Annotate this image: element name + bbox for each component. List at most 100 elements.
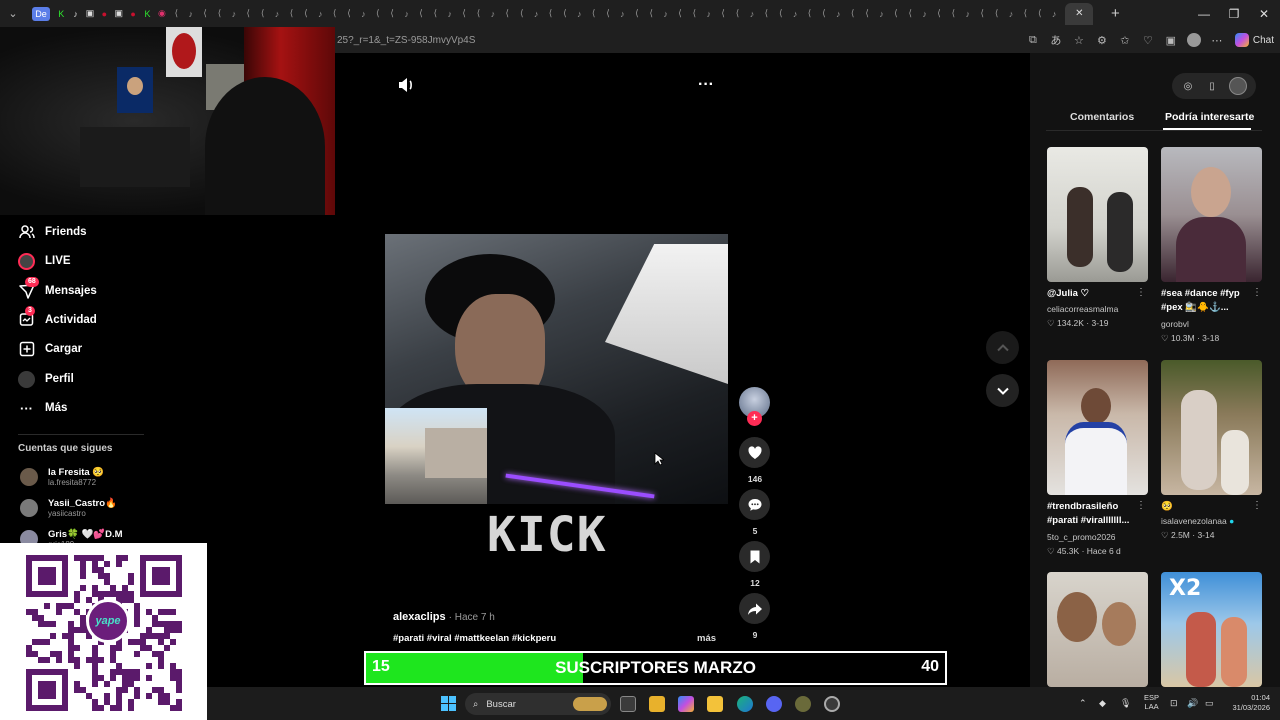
caption-more-link[interactable]: más: [697, 633, 716, 644]
sidebar-item-activity[interactable]: 3 Actividad: [18, 305, 97, 331]
windows-start-icon[interactable]: [441, 696, 456, 711]
browser-tab[interactable]: ⟨: [946, 5, 960, 23]
browser-tab[interactable]: ⟨: [500, 5, 514, 23]
browser-tab[interactable]: ⟨: [457, 5, 471, 23]
card-title[interactable]: #sea #dance #fyp #pex 🚉🐥⚓...: [1161, 287, 1251, 315]
task-view-icon[interactable]: [620, 696, 636, 712]
following-item[interactable]: Yasii_Castro🔥 yasiicastro: [20, 497, 117, 519]
volume-tray-icon[interactable]: 🔊: [1187, 698, 1198, 709]
url-text[interactable]: 25?_r=1&_t=ZS-958JmvyVp4S: [337, 35, 475, 46]
sidebar-item-upload[interactable]: Cargar: [18, 338, 82, 360]
browser-tab[interactable]: ♪: [615, 5, 629, 23]
favorites-icon[interactable]: ✩: [1116, 31, 1134, 49]
author-name[interactable]: alexaclips: [393, 611, 446, 623]
card-title[interactable]: @Julia ♡: [1047, 287, 1137, 301]
browser-tab[interactable]: ♪: [399, 5, 413, 23]
browser-tab[interactable]: ♪: [184, 5, 198, 23]
card-options-icon[interactable]: ⋮: [1136, 500, 1146, 511]
edge-browser-icon[interactable]: [737, 696, 753, 712]
card-title[interactable]: 🥺: [1161, 500, 1251, 514]
browser-tab[interactable]: ♪: [831, 5, 845, 23]
browser-tab[interactable]: ♪: [572, 5, 586, 23]
browser-tab[interactable]: ⟨: [630, 5, 644, 23]
share-button[interactable]: [739, 593, 770, 624]
sidebar-item-messages[interactable]: 68 Mensajes: [18, 276, 97, 302]
new-tab-button[interactable]: +: [1103, 5, 1127, 22]
browser-tab[interactable]: ⟨: [730, 5, 744, 23]
browser-tab[interactable]: K: [140, 5, 154, 23]
browser-tab[interactable]: ⟨: [586, 5, 600, 23]
browser-tab[interactable]: ♪: [227, 5, 241, 23]
video-thumbnail[interactable]: [1161, 360, 1262, 495]
taskbar-search[interactable]: ⌕ Buscar: [465, 693, 611, 715]
minimize-button[interactable]: —: [1188, 0, 1220, 27]
tray-app-icon[interactable]: ◆: [1099, 698, 1106, 709]
browser-tab[interactable]: ♪: [702, 5, 716, 23]
card-options-icon[interactable]: ⋮: [1252, 500, 1262, 511]
video-thumbnail[interactable]: X2: [1161, 572, 1262, 687]
address-bar[interactable]: 25?_r=1&_t=ZS-958JmvyVp4S ⧉ あ ☆ ⚙ ✩ ♡ ▣ …: [335, 27, 1280, 53]
sidebar-item-profile[interactable]: Perfil: [18, 368, 74, 390]
browser-essentials-icon[interactable]: ♡: [1139, 31, 1157, 49]
browser-tab[interactable]: ⟨: [932, 5, 946, 23]
card-title[interactable]: #trendbrasileño #parati #viralllllll...: [1047, 500, 1137, 528]
video-more-options-icon[interactable]: ···: [696, 76, 716, 94]
battery-icon[interactable]: ▭: [1205, 698, 1214, 709]
video-thumbnail[interactable]: [1047, 147, 1148, 282]
video-thumbnail[interactable]: [1161, 147, 1262, 282]
discord-icon[interactable]: [766, 696, 782, 712]
video-thumbnail[interactable]: [1047, 360, 1148, 495]
browser-tab[interactable]: ♪: [917, 5, 931, 23]
browser-tab[interactable]: K: [54, 5, 68, 23]
browser-tab[interactable]: ⟨: [673, 5, 687, 23]
browser-tab[interactable]: ▣: [83, 5, 97, 23]
card-options-icon[interactable]: ⋮: [1136, 287, 1146, 298]
restore-button[interactable]: ❐: [1218, 0, 1250, 27]
video-author[interactable]: alexaclips · Hace 7 h: [393, 611, 495, 623]
following-item[interactable]: la Fresita 🥺 la.fresita8772: [20, 466, 104, 488]
video-frame[interactable]: [385, 234, 728, 504]
browser-tab[interactable]: ♪: [1004, 5, 1018, 23]
network-icon[interactable]: ⊡: [1170, 698, 1178, 709]
browser-tab[interactable]: ⟨: [860, 5, 874, 23]
browser-tab[interactable]: ⟨: [299, 5, 313, 23]
browser-tab[interactable]: ⟨: [342, 5, 356, 23]
open-in-app-icon[interactable]: ⧉: [1024, 31, 1042, 49]
app-icon[interactable]: [795, 696, 811, 712]
tab-suggested[interactable]: Podría interesarte: [1165, 111, 1254, 123]
browser-tab[interactable]: ▣: [112, 5, 126, 23]
browser-tab[interactable]: ⟨: [989, 5, 1003, 23]
browser-tab[interactable]: ⟨: [975, 5, 989, 23]
collections-icon[interactable]: ▣: [1162, 31, 1180, 49]
browser-tab[interactable]: ♪: [1047, 5, 1061, 23]
like-button[interactable]: [739, 437, 770, 468]
sidebar-item-live[interactable]: LIVE: [18, 250, 71, 272]
browser-tab[interactable]: ⟨: [903, 5, 917, 23]
avatar[interactable]: [1229, 77, 1247, 95]
browser-tab[interactable]: ♪: [745, 5, 759, 23]
active-tab[interactable]: ✕: [1065, 2, 1094, 25]
profile-avatar[interactable]: [1185, 31, 1203, 49]
browser-tab[interactable]: ⟨: [644, 5, 658, 23]
browser-tab[interactable]: ♪: [874, 5, 888, 23]
card-options-icon[interactable]: ⋮: [1252, 287, 1262, 298]
browser-tab[interactable]: ⟨: [802, 5, 816, 23]
browser-tab[interactable]: ●: [126, 5, 140, 23]
comment-button[interactable]: [739, 489, 770, 520]
browser-tab[interactable]: ⟨: [169, 5, 183, 23]
close-window-button[interactable]: ✕: [1248, 0, 1280, 27]
settings-more-icon[interactable]: ⋯: [1208, 31, 1226, 49]
browser-tab[interactable]: ◉: [155, 5, 169, 23]
browser-tab[interactable]: ♪: [486, 5, 500, 23]
video-caption[interactable]: #parati #viral #mattkeelan #kickperu: [393, 633, 556, 644]
phone-icon[interactable]: ▯: [1205, 79, 1219, 93]
browser-tab[interactable]: ♪: [443, 5, 457, 23]
browser-tab[interactable]: ⟨: [428, 5, 442, 23]
browser-tab[interactable]: ⟨: [558, 5, 572, 23]
obs-icon[interactable]: [824, 696, 840, 712]
volume-icon[interactable]: [396, 76, 416, 94]
browser-tab[interactable]: ⟨: [198, 5, 212, 23]
browser-tab[interactable]: ⟨: [1018, 5, 1032, 23]
browser-tab[interactable]: ●: [97, 5, 111, 23]
tab-comments[interactable]: Comentarios: [1070, 111, 1134, 123]
